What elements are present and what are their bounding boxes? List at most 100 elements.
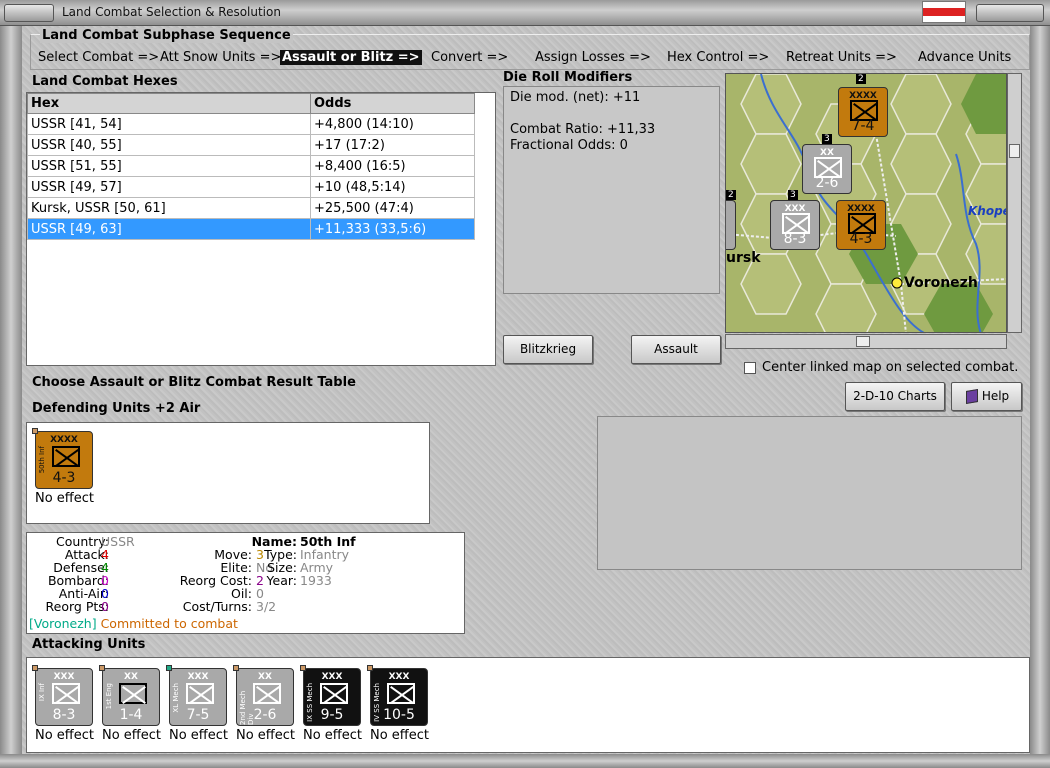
modifiers-box: Die mod. (net): +11 Combat Ratio: +11,33… — [503, 86, 720, 294]
table-row[interactable]: Kursk, USSR [50, 61] +25,500 (47:4) — [27, 197, 475, 219]
cell-odds: +17 (17:2) — [310, 134, 475, 156]
subphase-heading: Land Combat Subphase Sequence — [40, 28, 293, 43]
blitzkrieg-button[interactable]: Blitzkrieg — [503, 335, 593, 364]
result-table-title: Choose Assault or Blitz Combat Result Ta… — [32, 375, 356, 390]
stack-count: 2 — [726, 190, 736, 200]
attacking-unit-counter[interactable]: XXX IX Inf 8-3 — [32, 665, 93, 726]
cell-hex: USSR [51, 55] — [27, 155, 311, 177]
reorg-pts-label: Reorg Pts: — [45, 599, 109, 614]
die-mod-text: Die mod. (net): +11 — [510, 90, 641, 105]
charts-button[interactable]: 2-D-10 Charts — [845, 382, 945, 411]
defending-unit-counter[interactable]: XXXX 50th Inf 4-3 — [32, 428, 93, 489]
center-map-label: Center linked map on selected combat. — [762, 360, 1019, 375]
unit-size: XXX — [187, 672, 209, 682]
cell-hex: USSR [49, 63] — [27, 218, 311, 240]
info-labels-col3: Name: Type: Size: Year: — [247, 535, 297, 587]
cell-odds: +25,500 (47:4) — [310, 197, 475, 219]
step-advance-units: Advance Units — [918, 50, 1012, 65]
step-convert: Convert => — [431, 50, 509, 65]
cell-odds: +10 (48,5:14) — [310, 176, 475, 198]
linked-map[interactable]: Voronezh ursk Khope XXXX 7-4 XX 2-6 XXX … — [725, 73, 1007, 333]
status-dot — [32, 428, 38, 434]
stack-count: 2 — [856, 74, 866, 84]
help-label: Help — [981, 389, 1010, 403]
unit-status: No effect — [102, 728, 162, 743]
attacking-units-panel: XXX IX Inf 8-3 No effect XX 1st Eng 1-4 … — [26, 657, 1030, 753]
assault-button[interactable]: Assault — [631, 335, 721, 364]
hexes-heading: Land Combat Hexes — [32, 74, 178, 89]
map-river-label: Khope — [968, 204, 1007, 218]
attacking-unit-counter[interactable]: XXX IX SS Mech 9-5 — [300, 665, 361, 726]
info-values-col3: 50th Inf Infantry Army 1933 — [300, 535, 400, 587]
help-button[interactable]: Help — [951, 382, 1022, 411]
map-unit-counter-selected[interactable]: XXXX 4-3 — [836, 200, 886, 250]
info-labels-col1: Country: Attack: Defense: Bombard: Anti-… — [29, 535, 109, 613]
unit-status: No effect — [303, 728, 363, 743]
location-text: [Voronezh] — [29, 616, 97, 631]
scroll-thumb[interactable] — [856, 336, 870, 347]
status-dot — [166, 665, 172, 671]
cell-odds: +4,800 (14:10) — [310, 113, 475, 135]
cell-odds: +11,333 (33,5:6) — [310, 218, 475, 240]
attacking-unit-counter[interactable]: XX 1st Eng 1-4 — [99, 665, 160, 726]
info-footer: [Voronezh] Committed to combat — [29, 616, 238, 631]
defending-heading: Defending Units +2 Air — [32, 401, 201, 416]
infantry-icon — [52, 683, 80, 704]
attacking-unit-counter[interactable]: XX 2nd Mech Div 2-6 — [233, 665, 294, 726]
map-unit-counter[interactable]: XXX 8-3 — [770, 200, 820, 250]
col-hex-header[interactable]: Hex — [27, 93, 311, 114]
combat-result-panel — [597, 416, 1022, 570]
cell-hex: Kursk, USSR [50, 61] — [27, 197, 311, 219]
attacking-unit-counter[interactable]: XXX XL Mech 7-5 — [166, 665, 227, 726]
cell-odds: +8,400 (16:5) — [310, 155, 475, 177]
close-button[interactable] — [976, 4, 1044, 22]
unit-value: 2-6 — [815, 175, 839, 191]
unit-status: No effect — [169, 728, 229, 743]
window-menu-button[interactable] — [4, 4, 54, 22]
status-dot — [300, 665, 306, 671]
voronezh-city-icon — [891, 277, 903, 289]
step-retreat-units: Retreat Units => — [786, 50, 897, 65]
mech-icon — [186, 683, 214, 704]
infantry-icon — [52, 446, 80, 467]
year-value: 1933 — [300, 573, 332, 588]
scroll-thumb[interactable] — [1009, 144, 1020, 158]
frame-left — [0, 26, 22, 768]
window-title: Land Combat Selection & Resolution — [62, 5, 281, 19]
table-row[interactable]: USSR [40, 55] +17 (17:2) — [27, 134, 475, 156]
step-assign-losses: Assign Losses => — [535, 50, 651, 65]
flag-icon — [922, 1, 966, 23]
unit-info-panel: Country: Attack: Defense: Bombard: Anti-… — [26, 532, 465, 634]
cost-turns-label: Cost/Turns: — [182, 599, 252, 614]
map-unit-counter[interactable]: XXXX 7-4 — [838, 87, 888, 137]
table-row[interactable]: USSR [51, 55] +8,400 (16:5) — [27, 155, 475, 177]
unit-status: No effect — [35, 491, 95, 506]
status-dot — [367, 665, 373, 671]
unit-value: 7-5 — [186, 707, 210, 723]
attacking-unit-counter[interactable]: XXX IV SS Mech 10-5 — [367, 665, 428, 726]
hexes-list[interactable]: Hex Odds USSR [41, 54] +4,800 (14:10) USS… — [26, 92, 496, 366]
center-map-checkbox[interactable] — [744, 362, 756, 374]
table-row[interactable]: USSR [49, 57] +10 (48,5:14) — [27, 176, 475, 198]
step-hex-control: Hex Control => — [667, 50, 770, 65]
unit-value: 9-5 — [320, 707, 344, 723]
step-att-snow: Att Snow Units => — [160, 50, 282, 65]
title-bar: Land Combat Selection & Resolution — [0, 0, 1050, 26]
map-unit-counter[interactable]: -4 — [726, 200, 736, 250]
committed-text: Committed to combat — [100, 616, 238, 631]
map-unit-counter[interactable]: XX 2-6 — [802, 144, 852, 194]
unit-value: 7-4 — [851, 118, 875, 134]
table-row-selected[interactable]: USSR [49, 63] +11,333 (33,5:6) — [27, 218, 475, 240]
table-row[interactable]: USSR [41, 54] +4,800 (14:10) — [27, 113, 475, 135]
map-city-kursk: ursk — [726, 250, 761, 266]
unit-value: 1-4 — [119, 707, 143, 723]
stack-count: 3 — [822, 134, 832, 144]
frame-right — [1030, 26, 1050, 768]
map-horizontal-scrollbar[interactable] — [725, 334, 1007, 349]
help-book-icon — [966, 388, 978, 405]
map-vertical-scrollbar[interactable] — [1007, 73, 1022, 333]
mech-icon — [387, 683, 415, 704]
cost-turns-value: 3/2 — [256, 599, 277, 614]
col-odds-header[interactable]: Odds — [310, 93, 475, 114]
unit-size: XXXX — [50, 435, 78, 445]
